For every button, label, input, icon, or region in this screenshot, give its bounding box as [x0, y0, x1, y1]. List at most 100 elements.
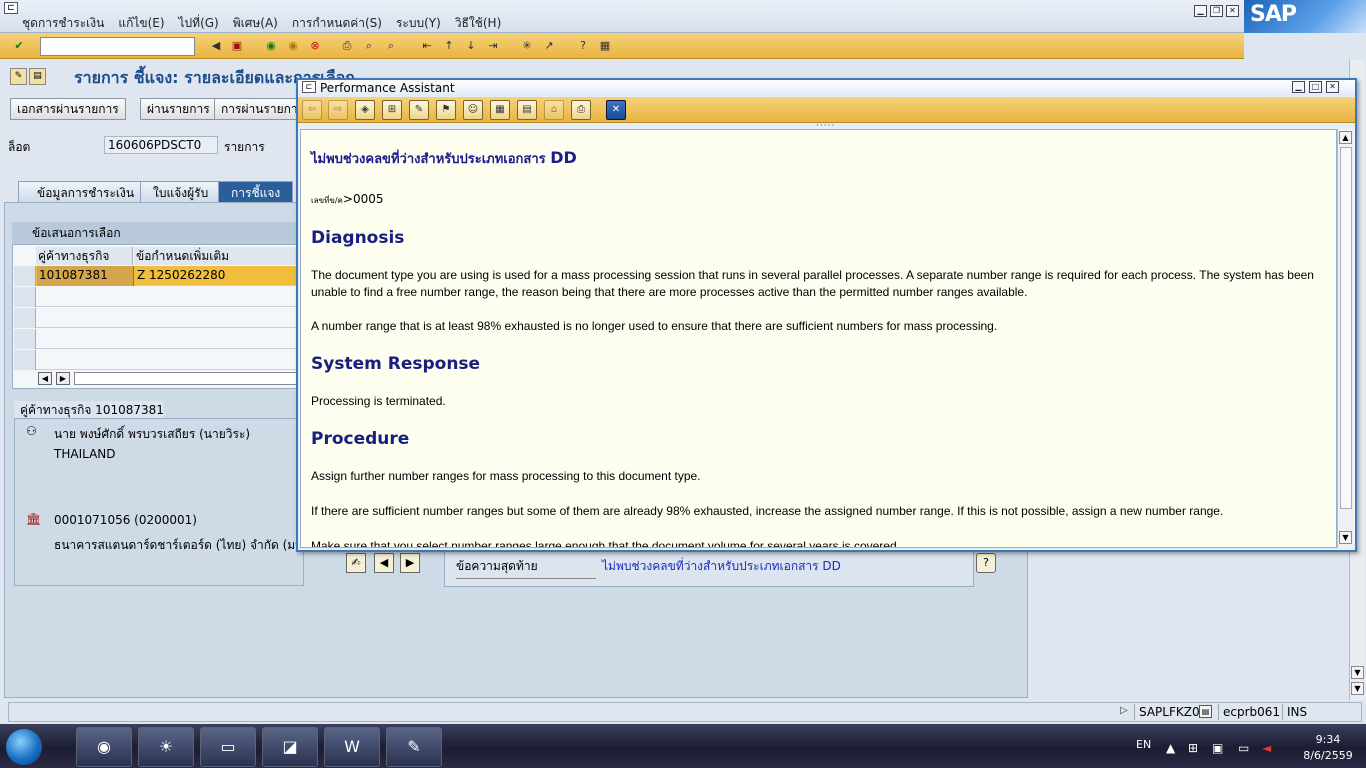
lot-field[interactable]: 160606PDSCT0	[104, 136, 218, 154]
menu-extras[interactable]: พิเศษ(A)	[233, 14, 278, 33]
cancel-icon[interactable]: ⊗	[306, 37, 324, 55]
other-object-icon[interactable]: ▤	[29, 68, 46, 85]
pa-user-icon[interactable]: ☺	[463, 100, 483, 120]
row-selector[interactable]	[14, 350, 36, 370]
pa-back-icon[interactable]: ⇦	[302, 100, 322, 120]
menu-settings[interactable]: การกำหนดค่า(S)	[292, 14, 382, 33]
notes-icon[interactable]: ✎	[386, 727, 442, 767]
print-icon[interactable]: ⎙	[338, 37, 356, 55]
scroll-right-icon[interactable]: ▶	[56, 372, 70, 385]
pa-glossary-icon[interactable]: ⚑	[436, 100, 456, 120]
pa-close-icon[interactable]: ✕	[1326, 81, 1339, 93]
message-detail-icon[interactable]: ✍	[346, 553, 366, 573]
row-selector[interactable]	[14, 266, 36, 286]
restore-icon[interactable]: ❐	[1210, 5, 1223, 17]
table-row[interactable]: 101087381 Z 1250262280	[14, 266, 302, 286]
pa-minimize-icon[interactable]: ▁	[1292, 81, 1305, 93]
app-orange-icon[interactable]: ☀	[138, 727, 194, 767]
network-icon[interactable]: ▭	[1238, 741, 1249, 755]
new-session-icon[interactable]: ✳	[518, 37, 536, 55]
last-message-text[interactable]: ไม่พบช่วงคลขที่ว่างสำหรับประเภทเอกสาร DD	[602, 557, 841, 576]
windows-flag-icon[interactable]: ⊞	[1188, 741, 1198, 755]
save-icon[interactable]: ▣	[228, 37, 246, 55]
column-header-partner[interactable]: คู่ค้าทางธุรกิจ	[36, 247, 133, 265]
row-spec[interactable]: Z 1250262280	[137, 268, 225, 282]
shortcut-icon[interactable]: ↗	[540, 37, 558, 55]
pa-technical-info-icon[interactable]: ◈	[355, 100, 375, 120]
find-icon[interactable]: ⌕	[360, 37, 378, 55]
table-row[interactable]	[14, 308, 302, 328]
scroll-bottom-icon[interactable]: ▼	[1351, 682, 1364, 695]
arrow-left-icon[interactable]: ◀	[207, 37, 225, 55]
menu-system[interactable]: ระบบ(Y)	[396, 14, 441, 33]
first-page-icon[interactable]: ⇤	[418, 37, 436, 55]
pa-close-button-icon[interactable]: ✕	[606, 100, 626, 120]
row-selector[interactable]	[14, 287, 36, 307]
file-explorer-icon[interactable]: ▭	[200, 727, 256, 767]
pa-scroll-thumb[interactable]	[1340, 147, 1352, 509]
volume-icon[interactable]: ◄	[1262, 741, 1271, 755]
pa-scroll-down-icon[interactable]: ▼	[1339, 531, 1352, 544]
next-message-icon[interactable]: ▶	[400, 553, 420, 573]
menu-edit[interactable]: แก้ไข(E)	[118, 14, 164, 33]
sap-logon-icon[interactable]: ◪	[262, 727, 318, 767]
last-page-icon[interactable]: ⇥	[484, 37, 502, 55]
pa-extended-help-icon[interactable]: ⌂	[544, 100, 564, 120]
find-next-icon[interactable]: ⌕	[382, 37, 400, 55]
post-button[interactable]: ผ่านรายการ	[140, 98, 217, 120]
show-hidden-icons-icon[interactable]: ▲	[1166, 741, 1175, 755]
pa-forward-icon[interactable]: ⇨	[328, 100, 348, 120]
clock[interactable]: 9:34 8/6/2559	[1298, 732, 1358, 764]
device-icon[interactable]: ▣	[1212, 741, 1223, 755]
row-selector[interactable]	[14, 329, 36, 349]
sap-logo-text: SAP	[1250, 2, 1297, 27]
exit-icon[interactable]: ◉	[284, 37, 302, 55]
menu-goto[interactable]: ไปที่(G)	[179, 14, 219, 33]
previous-page-icon[interactable]: ↑	[440, 37, 458, 55]
minimize-icon[interactable]: ▁	[1194, 5, 1207, 17]
pa-system-menu-icon[interactable]: ⊏	[302, 81, 316, 93]
command-field[interactable]	[40, 37, 195, 56]
pa-structure-icon[interactable]: ⊞	[382, 100, 402, 120]
menu-help[interactable]: วิธีใช้(H)	[455, 14, 501, 33]
display-change-icon[interactable]: ✎	[10, 68, 27, 85]
column-header-spec[interactable]: ข้อกำหนดเพิ่มเติม	[134, 247, 302, 265]
posted-documents-label: เอกสารผ่านรายการ	[17, 102, 119, 116]
scroll-left-icon[interactable]: ◀	[38, 372, 52, 385]
status-expand-icon[interactable]: ▷	[1120, 705, 1128, 716]
status-list-icon[interactable]: ▤	[1199, 705, 1212, 718]
tab-payee-notice[interactable]: ใบแจ้งผู้รับ	[140, 181, 222, 203]
chrome-icon[interactable]: ◉	[76, 727, 132, 767]
scroll-down-icon[interactable]: ▼	[1351, 666, 1364, 679]
table-row[interactable]	[14, 329, 302, 349]
system-menu-icon[interactable]: ⊏	[4, 2, 18, 14]
back-icon[interactable]: ◉	[262, 37, 280, 55]
help-icon[interactable]: ?	[574, 37, 592, 55]
next-page-icon[interactable]: ↓	[462, 37, 480, 55]
previous-message-icon[interactable]: ◀	[374, 553, 394, 573]
close-icon[interactable]: ✕	[1226, 5, 1239, 17]
table-row[interactable]	[14, 350, 302, 370]
horizontal-scrollbar[interactable]	[74, 372, 300, 385]
pa-settings-icon[interactable]: ▤	[517, 100, 537, 120]
tab-clarification[interactable]: การชี้แจง	[218, 181, 294, 203]
tab-payment-data[interactable]: ข้อมูลการชำระเงิน	[18, 181, 148, 203]
word-icon[interactable]: W	[324, 727, 380, 767]
menu-payment-run[interactable]: ชุดการชำระเงิน	[22, 14, 104, 33]
table-row[interactable]	[14, 287, 302, 307]
pa-table-icon[interactable]: ▦	[490, 100, 510, 120]
pa-scroll-up-icon[interactable]: ▲	[1339, 131, 1352, 144]
bank-name: ธนาคารสแตนดาร์ดชาร์เตอร์ด (ไทย) จำกัด (ม…	[54, 538, 298, 552]
language-indicator[interactable]: EN	[1136, 738, 1151, 751]
pa-maximize-icon[interactable]: □	[1309, 81, 1322, 93]
message-help-icon[interactable]: ?	[976, 553, 996, 573]
pa-print-icon[interactable]: ⎙	[571, 100, 591, 120]
row-partner[interactable]: 101087381	[39, 268, 108, 282]
layout-menu-icon[interactable]: ▦	[596, 37, 614, 55]
enter-check-icon[interactable]: ✔	[10, 37, 28, 55]
row-selector[interactable]	[14, 308, 36, 328]
pa-window-title: Performance Assistant	[320, 81, 455, 95]
pa-edit-icon[interactable]: ✎	[409, 100, 429, 120]
posted-documents-button[interactable]: เอกสารผ่านรายการ	[10, 98, 126, 120]
start-button[interactable]	[6, 729, 42, 765]
